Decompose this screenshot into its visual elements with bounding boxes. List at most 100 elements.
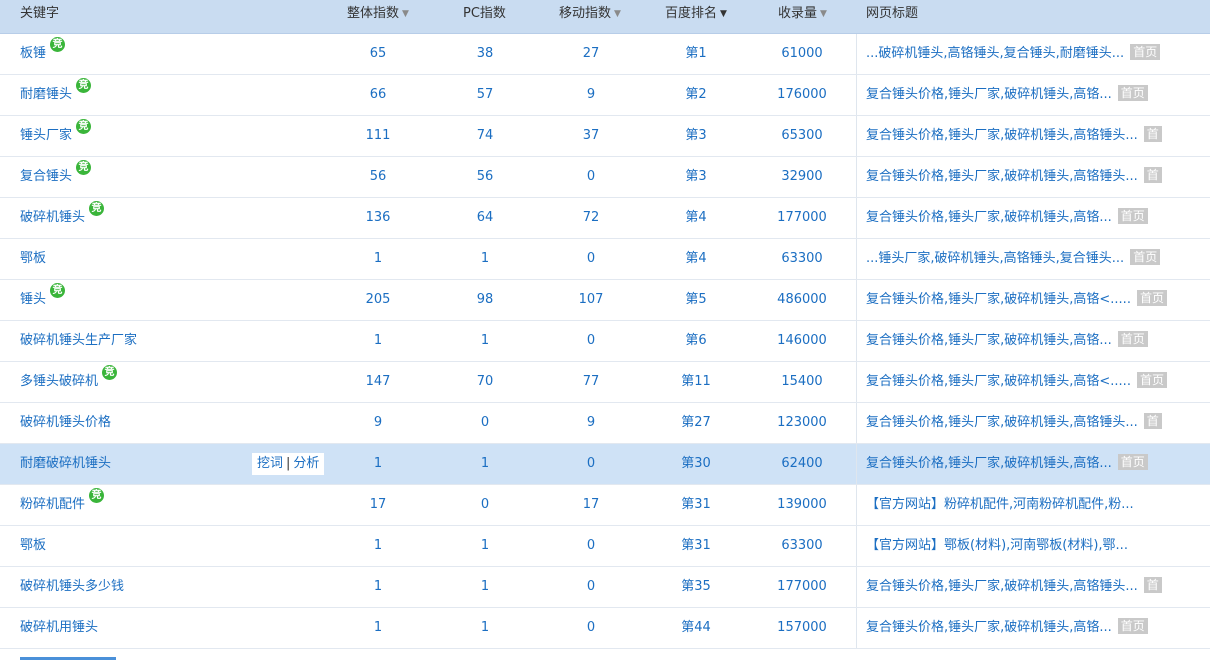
keyword-cell[interactable]: 破碎机用锤头 bbox=[20, 608, 98, 648]
mobile-index-cell: 9 bbox=[586, 87, 596, 102]
baidu-rank-cell: 第5 bbox=[685, 292, 707, 307]
page-title-link[interactable]: ...锤头厂家,破碎机锤头,高铬锤头,复合锤头... bbox=[866, 251, 1124, 266]
analyze-link[interactable]: 分析 bbox=[293, 456, 319, 471]
keyword-cell[interactable]: 鄂板 bbox=[20, 526, 46, 566]
column-divider bbox=[856, 34, 857, 74]
table-row[interactable]: 粉碎机配件竞 17 0 17 第31 139000 【官方网站】粉碎机配件,河南粉碎机配件,… bbox=[0, 485, 1210, 526]
table-row[interactable]: 耐磨锤头竞 66 57 9 第2 176000 复合锤头价格,锤头厂家,破碎机锤头,高铬..… bbox=[0, 75, 1210, 116]
keyword-link[interactable]: 破碎机锤头多少钱 bbox=[20, 579, 124, 594]
column-divider bbox=[856, 321, 857, 361]
page-title-link[interactable]: 【官方网站】粉碎机配件,河南粉碎机配件,粉... bbox=[866, 497, 1134, 512]
mobile-index-cell: 77 bbox=[582, 374, 600, 389]
col-pc-index[interactable]: PC指数 bbox=[463, 0, 506, 28]
keyword-link[interactable]: 锤头 bbox=[20, 292, 46, 307]
keyword-link[interactable]: 鄂板 bbox=[20, 251, 46, 266]
table-row[interactable]: 鄂板 1 1 0 第31 63300 【官方网站】鄂板(材料),河南鄂板(材料),鄂... bbox=[0, 526, 1210, 567]
col-mobile-index[interactable]: 移动指数 ▼ bbox=[559, 0, 621, 28]
table-row[interactable]: 多锤头破碎机竞 147 70 77 第11 15400 复合锤头价格,锤头厂家,破碎机锤头,… bbox=[0, 362, 1210, 403]
table-row[interactable]: 破碎机用锤头 1 1 0 第44 157000 复合锤头价格,锤头厂家,破碎机锤头,高铬..… bbox=[0, 608, 1210, 649]
total-index-cell: 1 bbox=[373, 620, 383, 635]
indexed-cell: 177000 bbox=[777, 579, 827, 594]
keyword-link[interactable]: 耐磨破碎机锤头 bbox=[20, 456, 111, 471]
keyword-link[interactable]: 耐磨锤头 bbox=[20, 87, 72, 102]
keyword-table: 关键字 整体指数 ▼ PC指数 移动指数 ▼ 百度排名 ▼ 收录量 ▼ 网页标题 板锤竞… bbox=[0, 0, 1210, 649]
pc-index-cell: 1 bbox=[480, 456, 490, 471]
keyword-cell[interactable]: 复合锤头竞 bbox=[20, 157, 92, 197]
table-row[interactable]: 破碎机锤头竞 136 64 72 第4 177000 复合锤头价格,锤头厂家,破碎机锤头,高… bbox=[0, 198, 1210, 239]
keyword-cell[interactable]: 破碎机锤头竞 bbox=[20, 198, 105, 238]
keyword-link[interactable]: 复合锤头 bbox=[20, 169, 72, 184]
baidu-rank-cell: 第44 bbox=[681, 620, 711, 635]
indexed-cell: 486000 bbox=[777, 292, 827, 307]
table-row[interactable]: 破碎机锤头价格 9 0 9 第27 123000 复合锤头价格,锤头厂家,破碎机锤头,高铬锤… bbox=[0, 403, 1210, 444]
keyword-link[interactable]: 板锤 bbox=[20, 46, 46, 61]
keyword-cell[interactable]: 破碎机锤头价格 bbox=[20, 403, 111, 443]
page-title-link[interactable]: 复合锤头价格,锤头厂家,破碎机锤头,高铬... bbox=[866, 620, 1112, 635]
mobile-index-cell: 0 bbox=[586, 251, 596, 266]
table-row[interactable]: 鄂板 1 1 0 第4 63300 ...锤头厂家,破碎机锤头,高铬锤头,复合锤头... 首页 bbox=[0, 239, 1210, 280]
keyword-cell[interactable]: 耐磨破碎机锤头 bbox=[20, 444, 111, 484]
home-tag: 首页 bbox=[1130, 44, 1161, 60]
pc-index-cell: 1 bbox=[480, 579, 490, 594]
keyword-link[interactable]: 多锤头破碎机 bbox=[20, 374, 98, 389]
keyword-link[interactable]: 破碎机锤头 bbox=[20, 210, 85, 225]
page-title-link[interactable]: 复合锤头价格,锤头厂家,破碎机锤头,高铬<..... bbox=[866, 374, 1131, 389]
pc-index-cell: 98 bbox=[476, 292, 494, 307]
col-total-index[interactable]: 整体指数 ▼ bbox=[347, 0, 409, 28]
column-divider bbox=[856, 567, 857, 607]
page-title-link[interactable]: 复合锤头价格,锤头厂家,破碎机锤头,高铬<..... bbox=[866, 292, 1131, 307]
page-title-cell: 复合锤头价格,锤头厂家,破碎机锤头,高铬... 首页 bbox=[866, 198, 1206, 238]
column-divider bbox=[856, 362, 857, 402]
keyword-cell[interactable]: 破碎机锤头多少钱 bbox=[20, 567, 124, 607]
table-row[interactable]: 板锤竞 65 38 27 第1 61000 ...破碎机锤头,高铬锤头,复合锤头,耐磨锤头.… bbox=[0, 34, 1210, 75]
table-row[interactable]: 锤头竞 205 98 107 第5 486000 复合锤头价格,锤头厂家,破碎机锤头,高铬<… bbox=[0, 280, 1210, 321]
total-index-cell: 1 bbox=[373, 579, 383, 594]
baidu-rank-cell: 第3 bbox=[685, 169, 707, 184]
keyword-link[interactable]: 破碎机锤头生产厂家 bbox=[20, 333, 137, 348]
keyword-cell[interactable]: 破碎机锤头生产厂家 bbox=[20, 321, 137, 361]
page-title-link[interactable]: 复合锤头价格,锤头厂家,破碎机锤头,高铬锤头... bbox=[866, 169, 1138, 184]
table-row[interactable]: 破碎机锤头生产厂家 1 1 0 第6 146000 复合锤头价格,锤头厂家,破碎机锤头,高铬… bbox=[0, 321, 1210, 362]
total-index-cell: 1 bbox=[373, 251, 383, 266]
col-baidu-rank[interactable]: 百度排名 ▼ bbox=[665, 0, 727, 28]
page-title-link[interactable]: ...破碎机锤头,高铬锤头,复合锤头,耐磨锤头... bbox=[866, 46, 1124, 61]
table-header: 关键字 整体指数 ▼ PC指数 移动指数 ▼ 百度排名 ▼ 收录量 ▼ 网页标题 bbox=[0, 0, 1210, 34]
page-title-cell: 复合锤头价格,锤头厂家,破碎机锤头,高铬锤头... 首 bbox=[866, 567, 1206, 607]
col-total-index-label: 整体指数 bbox=[347, 6, 400, 21]
page-title-link[interactable]: 复合锤头价格,锤头厂家,破碎机锤头,高铬... bbox=[866, 210, 1112, 225]
table-row[interactable]: 锤头厂家竞 111 74 37 第3 65300 复合锤头价格,锤头厂家,破碎机锤头,高铬锤… bbox=[0, 116, 1210, 157]
keyword-cell[interactable]: 板锤竞 bbox=[20, 34, 66, 74]
keyword-link[interactable]: 粉碎机配件 bbox=[20, 497, 85, 512]
table-row[interactable]: 复合锤头竞 56 56 0 第3 32900 复合锤头价格,锤头厂家,破碎机锤头,高铬锤头.… bbox=[0, 157, 1210, 198]
page-title-link[interactable]: 复合锤头价格,锤头厂家,破碎机锤头,高铬... bbox=[866, 456, 1112, 471]
page-title-link[interactable]: 复合锤头价格,锤头厂家,破碎机锤头,高铬锤头... bbox=[866, 579, 1138, 594]
indexed-cell: 32900 bbox=[781, 169, 823, 184]
pc-index-cell: 38 bbox=[476, 46, 494, 61]
total-index-cell: 205 bbox=[365, 292, 391, 307]
col-indexed[interactable]: 收录量 ▼ bbox=[778, 0, 827, 28]
keyword-link[interactable]: 锤头厂家 bbox=[20, 128, 72, 143]
keyword-cell[interactable]: 耐磨锤头竞 bbox=[20, 75, 92, 115]
table-row[interactable]: 破碎机锤头多少钱 1 1 0 第35 177000 复合锤头价格,锤头厂家,破碎机锤头,高铬… bbox=[0, 567, 1210, 608]
page-title-link[interactable]: 复合锤头价格,锤头厂家,破碎机锤头,高铬锤头... bbox=[866, 415, 1138, 430]
keyword-cell[interactable]: 多锤头破碎机竞 bbox=[20, 362, 118, 402]
page-title-cell: 复合锤头价格,锤头厂家,破碎机锤头,高铬... 首页 bbox=[866, 75, 1206, 115]
column-divider bbox=[856, 239, 857, 279]
keyword-link[interactable]: 破碎机锤头价格 bbox=[20, 415, 111, 430]
page-title-cell: 复合锤头价格,锤头厂家,破碎机锤头,高铬锤头... 首 bbox=[866, 116, 1206, 156]
keyword-cell[interactable]: 鄂板 bbox=[20, 239, 46, 279]
page-title-link[interactable]: 复合锤头价格,锤头厂家,破碎机锤头,高铬... bbox=[866, 333, 1112, 348]
dig-words-link[interactable]: 挖词 bbox=[257, 456, 283, 471]
page-title-link[interactable]: 复合锤头价格,锤头厂家,破碎机锤头,高铬锤头... bbox=[866, 128, 1138, 143]
keyword-cell[interactable]: 锤头厂家竞 bbox=[20, 116, 92, 156]
table-row[interactable]: 耐磨破碎机锤头 挖词 | 分析 1 1 0 第30 62400 复合锤头价格,锤头厂家,破碎机锤头… bbox=[0, 444, 1210, 485]
keyword-cell[interactable]: 锤头竞 bbox=[20, 280, 66, 320]
total-index-cell: 136 bbox=[365, 210, 391, 225]
indexed-cell: 62400 bbox=[781, 456, 823, 471]
keyword-link[interactable]: 破碎机用锤头 bbox=[20, 620, 98, 635]
keyword-link[interactable]: 鄂板 bbox=[20, 538, 46, 553]
baidu-rank-cell: 第2 bbox=[685, 87, 707, 102]
page-title-link[interactable]: 复合锤头价格,锤头厂家,破碎机锤头,高铬... bbox=[866, 87, 1112, 102]
keyword-cell[interactable]: 粉碎机配件竞 bbox=[20, 485, 105, 525]
page-title-link[interactable]: 【官方网站】鄂板(材料),河南鄂板(材料),鄂... bbox=[866, 538, 1128, 553]
